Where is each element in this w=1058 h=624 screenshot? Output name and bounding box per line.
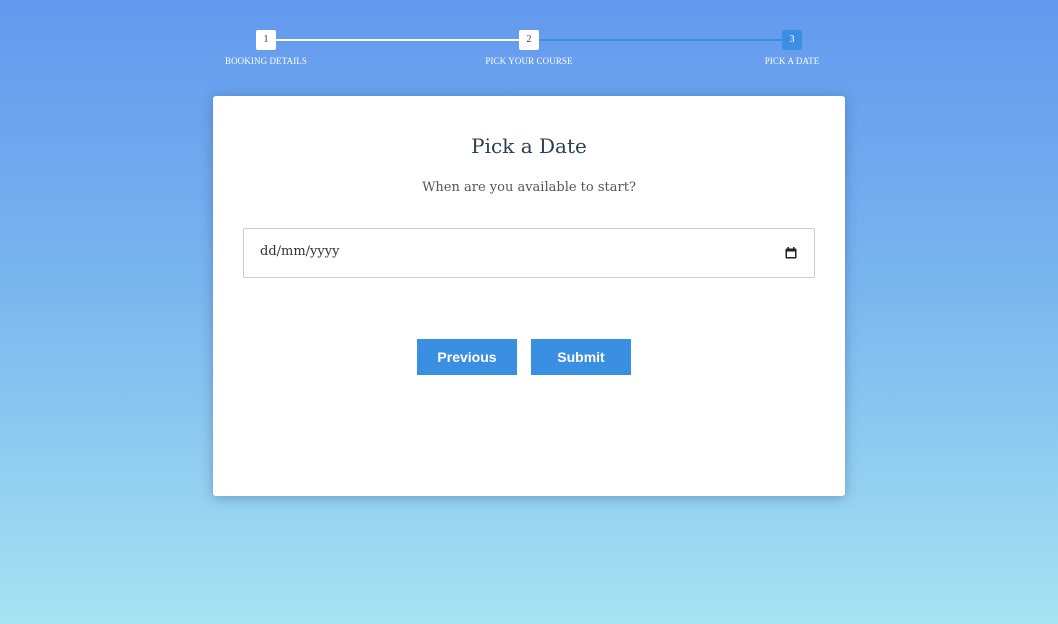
date-placeholder: dd/mm/yyyy <box>260 244 340 259</box>
step-label: PICK YOUR COURSE <box>485 56 573 66</box>
date-input[interactable]: dd/mm/yyyy <box>243 228 815 278</box>
page-title: Pick a Date <box>471 134 587 158</box>
step-pick-a-date: 3 PICK A DATE <box>722 30 862 66</box>
step-number: 1 <box>256 30 276 50</box>
previous-button[interactable]: Previous <box>417 339 517 375</box>
submit-button[interactable]: Submit <box>531 339 631 375</box>
step-label: BOOKING DETAILS <box>224 56 308 66</box>
progress-stepper: 1 BOOKING DETAILS 2 PICK YOUR COURSE 3 P… <box>0 0 1058 80</box>
form-card: Pick a Date When are you available to st… <box>213 96 845 496</box>
step-number: 2 <box>519 30 539 50</box>
step-label: PICK A DATE <box>764 56 820 66</box>
form-subtitle: When are you available to start? <box>422 180 636 195</box>
step-pick-your-course: 2 PICK YOUR COURSE <box>459 30 599 66</box>
step-booking-details: 1 BOOKING DETAILS <box>196 30 336 66</box>
calendar-icon[interactable] <box>785 247 797 259</box>
step-number: 3 <box>782 30 802 50</box>
